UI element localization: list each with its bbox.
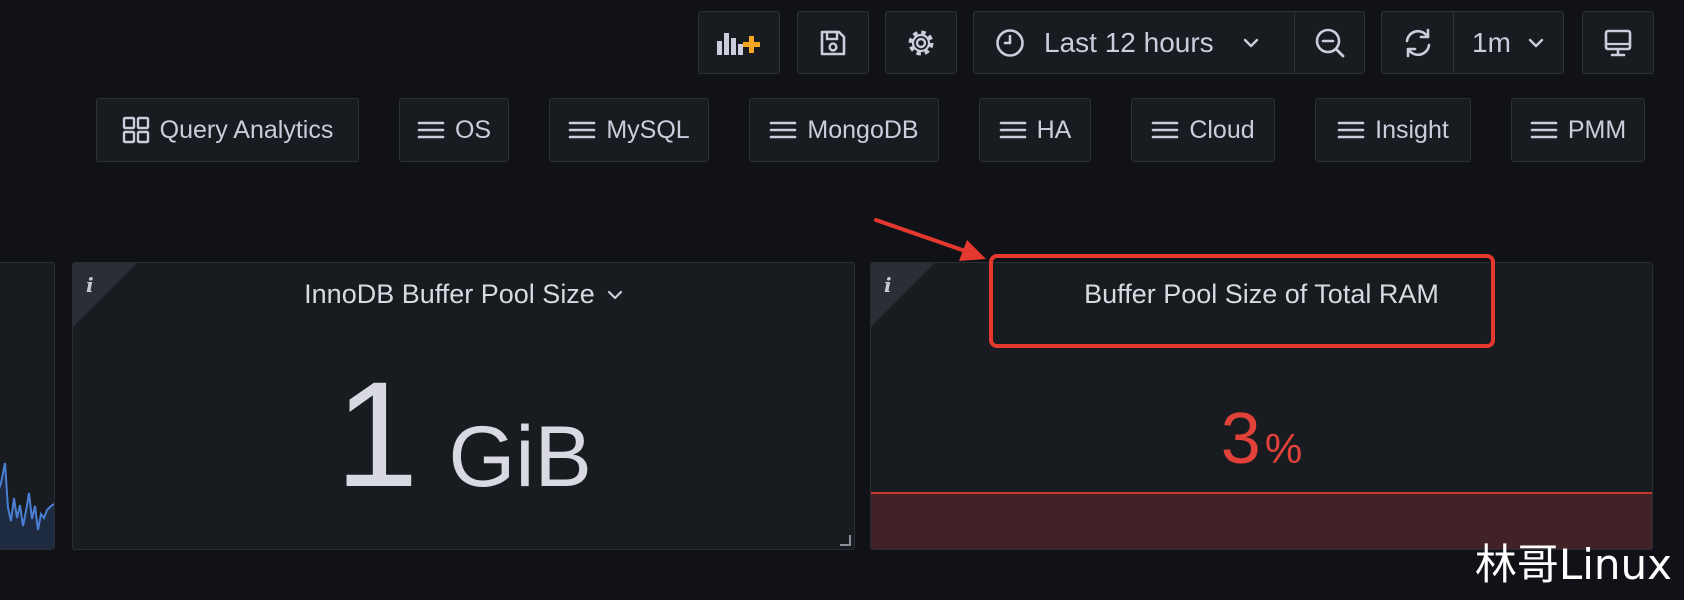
link-label: HA (1036, 115, 1072, 144)
link-ha[interactable]: HA (979, 98, 1091, 162)
refresh-icon (1405, 28, 1430, 57)
link-label: MySQL (606, 115, 690, 144)
save-icon (820, 30, 846, 55)
chevron-down-icon (607, 290, 622, 299)
link-label: OS (454, 115, 492, 144)
link-pmm[interactable]: PMM (1511, 98, 1645, 162)
menu-icon (770, 121, 797, 139)
link-cloud[interactable]: Cloud (1131, 98, 1275, 162)
link-label: Insight (1375, 115, 1449, 144)
menu-icon (1337, 121, 1365, 139)
chevron-down-icon (1528, 38, 1544, 47)
link-label: MongoDB (807, 115, 919, 144)
dashboard-page: Last 12 hours 1m Query Analytics OS MySQ… (0, 0, 1684, 600)
link-label: Cloud (1189, 115, 1255, 144)
add-panel-button[interactable] (698, 11, 780, 74)
stat-value: 1 GiB (73, 359, 854, 509)
time-range-picker[interactable]: Last 12 hours (974, 12, 1294, 73)
menu-icon (1152, 121, 1179, 139)
time-range-label: Last 12 hours (1044, 26, 1214, 58)
menu-icon (417, 121, 445, 139)
tv-mode-button[interactable] (1582, 11, 1654, 74)
save-dashboard-button[interactable] (797, 11, 869, 74)
panel-title: InnoDB Buffer Pool Size (304, 279, 595, 309)
refresh-interval-picker[interactable]: 1m (1454, 12, 1563, 73)
stat-number: 3 (1220, 399, 1261, 479)
dashboard-settings-button[interactable] (885, 11, 957, 74)
stat-value: 3 % (871, 403, 1652, 475)
link-os[interactable]: OS (399, 98, 509, 162)
refresh-group: 1m (1381, 11, 1564, 74)
gear-icon (908, 30, 934, 55)
menu-icon (569, 121, 596, 139)
partial-graph-panel[interactable] (0, 262, 55, 550)
zoom-out-icon (1315, 28, 1344, 57)
sparkline (0, 462, 54, 549)
apps-grid-icon (122, 116, 149, 144)
stat-unit: GiB (448, 409, 592, 505)
stat-unit: % (1264, 425, 1303, 472)
link-mysql[interactable]: MySQL (549, 98, 709, 162)
innodb-buffer-pool-size-panel[interactable]: i InnoDB Buffer Pool Size 1 GiB (72, 262, 855, 550)
refresh-interval-label: 1m (1472, 26, 1511, 58)
stat-number: 1 (335, 350, 419, 518)
zoom-out-button[interactable] (1295, 12, 1364, 73)
link-label: PMM (1567, 115, 1627, 144)
monitor-icon (1604, 29, 1632, 56)
add-panel-icon (717, 32, 760, 55)
chevron-down-icon (1243, 38, 1258, 47)
refresh-button[interactable] (1382, 12, 1453, 73)
clock-icon (996, 28, 1024, 57)
highlight-box (989, 254, 1495, 348)
resize-handle[interactable] (840, 535, 851, 546)
menu-icon (1530, 121, 1558, 139)
link-query-analytics[interactable]: Query Analytics (96, 98, 359, 162)
menu-icon (999, 121, 1026, 139)
link-mongodb[interactable]: MongoDB (749, 98, 939, 162)
time-range-group: Last 12 hours (973, 11, 1365, 74)
panel-header[interactable]: InnoDB Buffer Pool Size (73, 279, 854, 310)
watermark: 林哥Linux (1474, 540, 1672, 589)
link-label: Query Analytics (159, 115, 334, 144)
link-insight[interactable]: Insight (1315, 98, 1471, 162)
